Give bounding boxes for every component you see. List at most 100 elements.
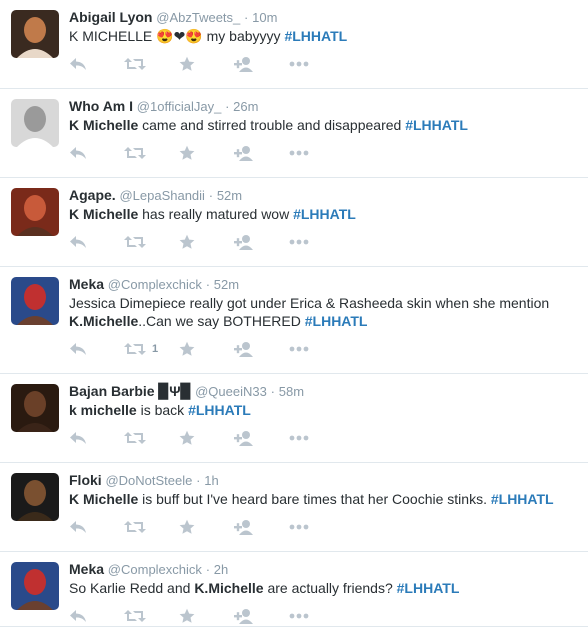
more-icon xyxy=(289,613,309,619)
hashtag-link[interactable]: #LHHATL xyxy=(405,117,468,133)
highlighted-keyword: K.Michelle xyxy=(69,313,139,329)
author-fullname[interactable]: Bajan Barbie ▉Ψ▉ xyxy=(69,383,191,399)
avatar[interactable] xyxy=(11,473,59,521)
tweet-text-segment: is back xyxy=(136,402,189,418)
favorite-button[interactable] xyxy=(179,143,234,163)
more-button[interactable] xyxy=(289,143,344,163)
more-button[interactable] xyxy=(289,339,344,359)
tweet-item[interactable]: Who Am I @1officialJay_ · 26m K Michelle … xyxy=(0,89,588,178)
author-username[interactable]: @Complexchick xyxy=(108,562,202,577)
reply-button[interactable] xyxy=(69,339,124,359)
separator-dot: · xyxy=(208,188,214,203)
more-button[interactable] xyxy=(289,517,344,537)
tweet-item[interactable]: Abigail Lyon @AbzTweets_ · 10m K MICHELLE… xyxy=(0,0,588,89)
tweet-text-segment: ..Can we say BOTHERED xyxy=(138,313,305,329)
tweet-text: k michelle is back #LHHATL xyxy=(69,401,588,419)
avatar[interactable] xyxy=(11,99,59,147)
separator-dot: · xyxy=(205,562,211,577)
favorite-button[interactable] xyxy=(179,517,234,537)
more-button[interactable] xyxy=(289,54,344,74)
follow-button[interactable] xyxy=(234,606,289,626)
tweet-actions xyxy=(69,419,588,457)
author-fullname[interactable]: Agape. xyxy=(69,187,116,203)
retweet-button[interactable] xyxy=(124,517,179,537)
follow-button[interactable] xyxy=(234,54,289,74)
follow-icon xyxy=(234,430,254,446)
hashtag-link[interactable]: #LHHATL xyxy=(188,402,251,418)
avatar[interactable] xyxy=(11,384,59,432)
tweet-timestamp[interactable]: 52m xyxy=(217,188,242,203)
tweet-item[interactable]: Bajan Barbie ▉Ψ▉ @QueeiN33 · 58m k michel… xyxy=(0,374,588,463)
avatar[interactable] xyxy=(11,562,59,610)
highlighted-keyword: K Michelle xyxy=(69,206,139,222)
retweet-button[interactable] xyxy=(124,606,179,626)
author-username[interactable]: @LepaShandii xyxy=(119,188,204,203)
author-fullname[interactable]: Floki xyxy=(69,472,102,488)
follow-button[interactable] xyxy=(234,339,289,359)
reply-button[interactable] xyxy=(69,606,124,626)
star-icon xyxy=(179,430,195,446)
author-fullname[interactable]: Abigail Lyon xyxy=(69,9,152,25)
author-username[interactable]: @Complexchick xyxy=(108,277,202,292)
author-username[interactable]: @QueeiN33 xyxy=(195,384,267,399)
hashtag-link[interactable]: #LHHATL xyxy=(397,580,460,596)
tweet-text-segment: K MICHELLE xyxy=(69,28,157,44)
hashtag-link[interactable]: #LHHATL xyxy=(293,206,356,222)
hashtag-link[interactable]: #LHHATL xyxy=(284,28,347,44)
avatar[interactable] xyxy=(11,277,59,325)
author-username[interactable]: @DoNotSteele xyxy=(105,473,192,488)
tweet-text-segment: came and stirred trouble and disappeared xyxy=(138,117,406,133)
retweet-button[interactable] xyxy=(124,232,179,252)
author-fullname[interactable]: Meka xyxy=(69,276,104,292)
hashtag-link[interactable]: #LHHATL xyxy=(305,313,368,329)
favorite-button[interactable] xyxy=(179,428,234,448)
separator-dot: · xyxy=(205,277,211,292)
tweet-timestamp[interactable]: 52m xyxy=(214,277,239,292)
favorite-button[interactable] xyxy=(179,339,234,359)
reply-button[interactable] xyxy=(69,517,124,537)
reply-icon xyxy=(69,57,87,71)
tweet-header: Who Am I @1officialJay_ · 26m xyxy=(69,89,588,116)
hashtag-link[interactable]: #LHHATL xyxy=(491,491,554,507)
tweet-item[interactable]: Meka @Complexchick · 52m Jessica Dimepiec… xyxy=(0,267,588,374)
retweet-button[interactable] xyxy=(124,143,179,163)
tweet-item[interactable]: Meka @Complexchick · 2h So Karlie Redd an… xyxy=(0,552,588,627)
favorite-button[interactable] xyxy=(179,54,234,74)
retweet-button[interactable] xyxy=(124,54,179,74)
reply-button[interactable] xyxy=(69,54,124,74)
tweet-timestamp[interactable]: 2h xyxy=(214,562,228,577)
separator-dot: · xyxy=(244,10,249,25)
avatar[interactable] xyxy=(11,188,59,236)
more-button[interactable] xyxy=(289,606,344,626)
tweet-timestamp[interactable]: 58m xyxy=(279,384,304,399)
star-icon xyxy=(179,234,195,250)
tweet-timestamp[interactable]: 26m xyxy=(233,99,258,114)
follow-button[interactable] xyxy=(234,517,289,537)
author-fullname[interactable]: Who Am I xyxy=(69,98,133,114)
tweet-item[interactable]: Floki @DoNotSteele · 1h K Michelle is buf… xyxy=(0,463,588,552)
star-icon xyxy=(179,145,195,161)
follow-button[interactable] xyxy=(234,232,289,252)
tweet-text-segment: is buff but I've heard bare times that h… xyxy=(138,491,491,507)
follow-button[interactable] xyxy=(234,428,289,448)
author-username[interactable]: @1officialJay_ xyxy=(137,99,222,114)
author-username[interactable]: @AbzTweets_ xyxy=(156,10,240,25)
avatar[interactable] xyxy=(11,10,59,58)
retweet-button[interactable]: 1 xyxy=(124,339,179,359)
more-button[interactable] xyxy=(289,428,344,448)
retweet-icon xyxy=(124,57,146,71)
reply-button[interactable] xyxy=(69,143,124,163)
star-icon xyxy=(179,608,195,624)
favorite-button[interactable] xyxy=(179,232,234,252)
tweet-timestamp[interactable]: 1h xyxy=(204,473,218,488)
author-fullname[interactable]: Meka xyxy=(69,561,104,577)
retweet-button[interactable] xyxy=(124,428,179,448)
more-icon xyxy=(289,346,309,352)
tweet-item[interactable]: Agape. @LepaShandii · 52m K Michelle has … xyxy=(0,178,588,267)
favorite-button[interactable] xyxy=(179,606,234,626)
more-button[interactable] xyxy=(289,232,344,252)
reply-button[interactable] xyxy=(69,428,124,448)
reply-button[interactable] xyxy=(69,232,124,252)
follow-button[interactable] xyxy=(234,143,289,163)
tweet-timestamp[interactable]: 10m xyxy=(252,10,277,25)
